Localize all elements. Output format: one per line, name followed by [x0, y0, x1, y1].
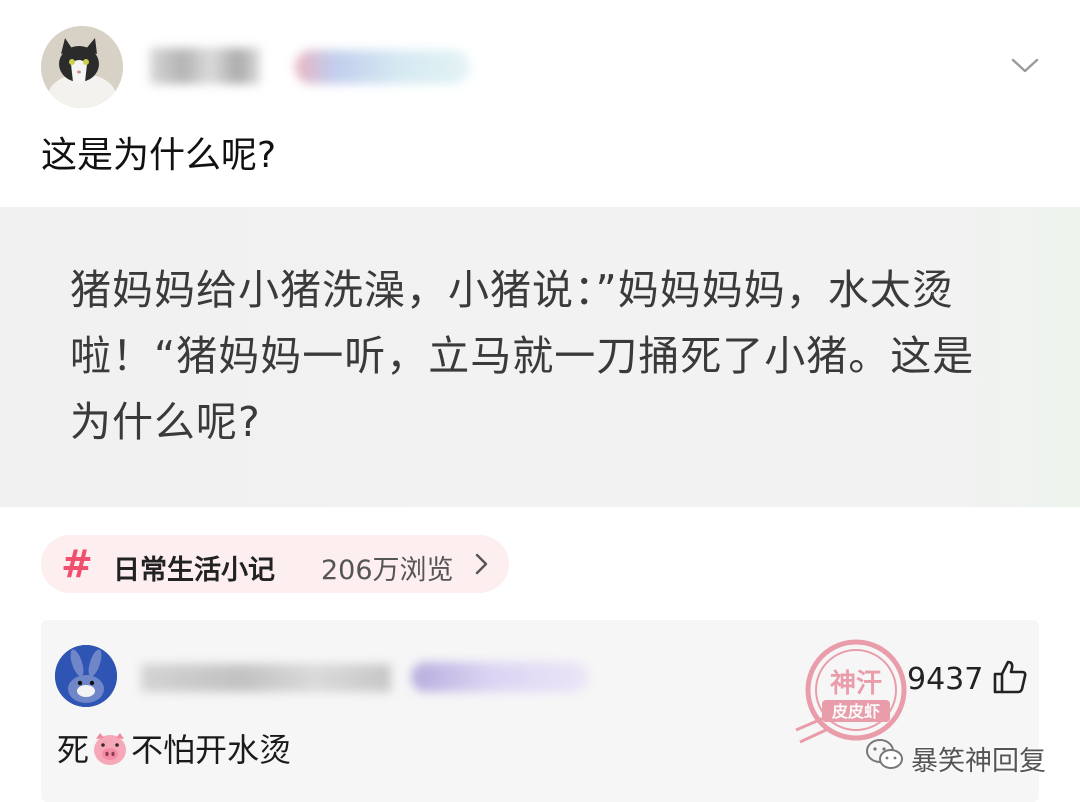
post-title: 这是为什么呢?	[41, 135, 277, 176]
watermark-text: 暴笑神回复	[911, 746, 1046, 777]
commenter-badge-redacted	[411, 662, 589, 692]
author-badge-redacted	[295, 50, 470, 84]
rabbit-avatar-image	[55, 645, 117, 707]
pig-face-icon	[94, 733, 127, 765]
quote-text: 猪妈妈给小猪洗澡，小猪说：”妈妈妈妈，水太烫啦！“猪妈妈一听，立马就一刀捅死了小…	[70, 266, 975, 446]
author-avatar[interactable]	[41, 26, 123, 108]
author-name-redacted	[150, 48, 260, 84]
svg-text:神汗: 神汗	[830, 669, 882, 699]
topic-chip[interactable]: # 日常生活小记 206万浏览	[41, 535, 509, 593]
comment-text-after: 不怕开水烫	[131, 731, 292, 769]
svg-text:皮皮虾: 皮皮虾	[831, 702, 880, 721]
thumbs-up-icon[interactable]	[991, 658, 1029, 696]
wechat-icon	[866, 739, 903, 769]
account-watermark: 暴笑神回复	[865, 736, 1075, 777]
like-count: 9437	[907, 662, 984, 697]
chevron-down-icon[interactable]	[1010, 50, 1040, 80]
commenter-avatar[interactable]	[55, 645, 117, 707]
hashtag-icon: #	[61, 542, 93, 586]
chevron-right-icon	[475, 553, 488, 575]
topic-name: 日常生活小记	[113, 555, 275, 586]
cat-avatar-image	[41, 26, 123, 108]
comment-text-before: 死	[57, 731, 90, 769]
post-header	[0, 0, 1080, 120]
quote-image-card[interactable]: 猪妈妈给小猪洗澡，小猪说：”妈妈妈妈，水太烫啦！“猪妈妈一听，立马就一刀捅死了小…	[0, 207, 1080, 507]
commenter-name-redacted	[141, 664, 391, 692]
comment-text: 死 不怕开水烫	[57, 728, 291, 772]
topic-view-count: 206万浏览	[321, 555, 454, 586]
